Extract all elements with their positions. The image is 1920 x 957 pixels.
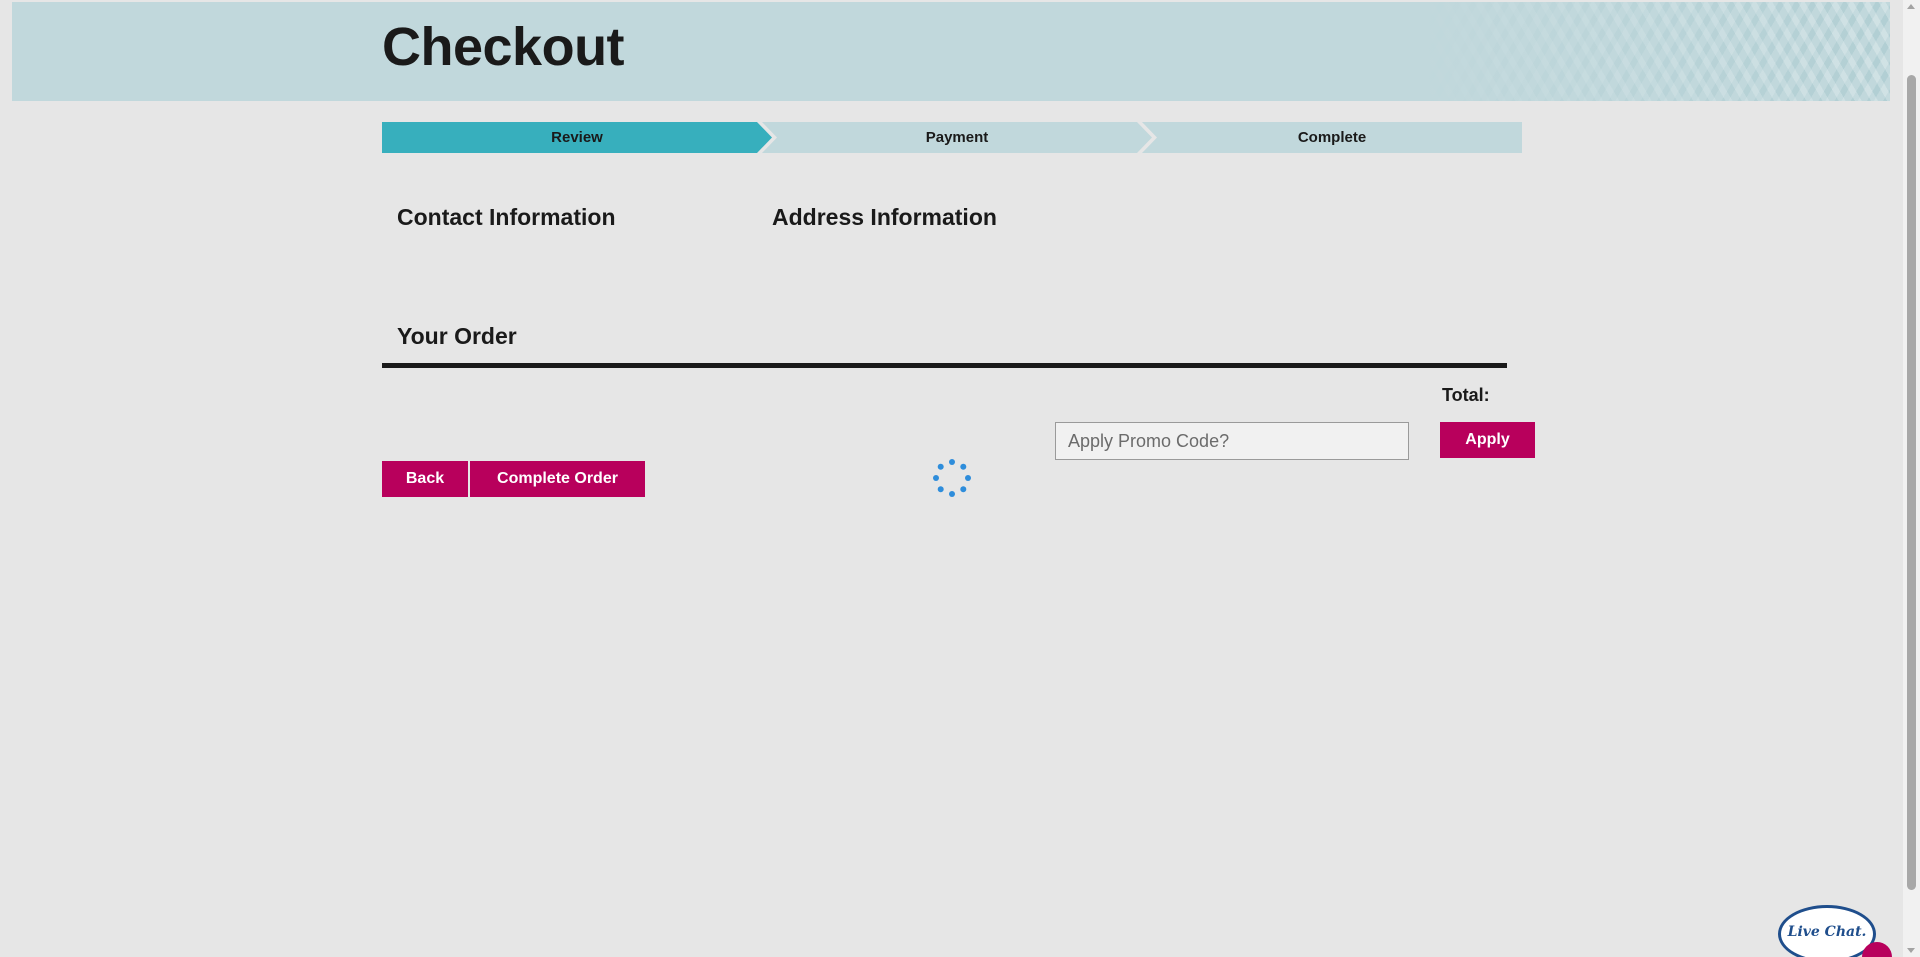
page-title: Checkout xyxy=(382,17,625,77)
step-review: Review xyxy=(382,122,772,153)
address-information-heading: Address Information xyxy=(772,204,997,230)
step-review-label: Review xyxy=(551,129,603,146)
page-scrollbar[interactable] xyxy=(1903,0,1920,957)
contact-information-heading: Contact Information xyxy=(397,204,616,230)
live-chat-label: Live Chat. xyxy=(1787,924,1867,940)
checkout-page: Checkout Review Payment Complete Contact… xyxy=(0,0,1920,957)
scroll-thumb[interactable] xyxy=(1907,75,1916,890)
live-chat-icon[interactable]: Live Chat. xyxy=(1778,905,1876,957)
header-band xyxy=(12,2,1890,101)
promo-code-input[interactable] xyxy=(1055,422,1409,460)
step-complete: Complete xyxy=(1142,122,1522,153)
order-total-label: Total: xyxy=(1442,385,1490,405)
order-divider xyxy=(382,363,1507,368)
scroll-down-icon[interactable] xyxy=(1907,948,1915,953)
scroll-up-icon[interactable] xyxy=(1907,4,1915,9)
step-complete-label: Complete xyxy=(1297,129,1367,146)
back-button[interactable]: Back xyxy=(382,461,468,497)
step-payment-label: Payment xyxy=(925,129,989,146)
step-payment: Payment xyxy=(762,122,1152,153)
spinner-icon xyxy=(933,459,971,497)
checkout-steps: Review Payment Complete xyxy=(382,122,1522,153)
apply-promo-button[interactable]: Apply xyxy=(1440,422,1535,458)
complete-order-button[interactable]: Complete Order xyxy=(470,461,645,497)
your-order-heading: Your Order xyxy=(397,323,517,349)
